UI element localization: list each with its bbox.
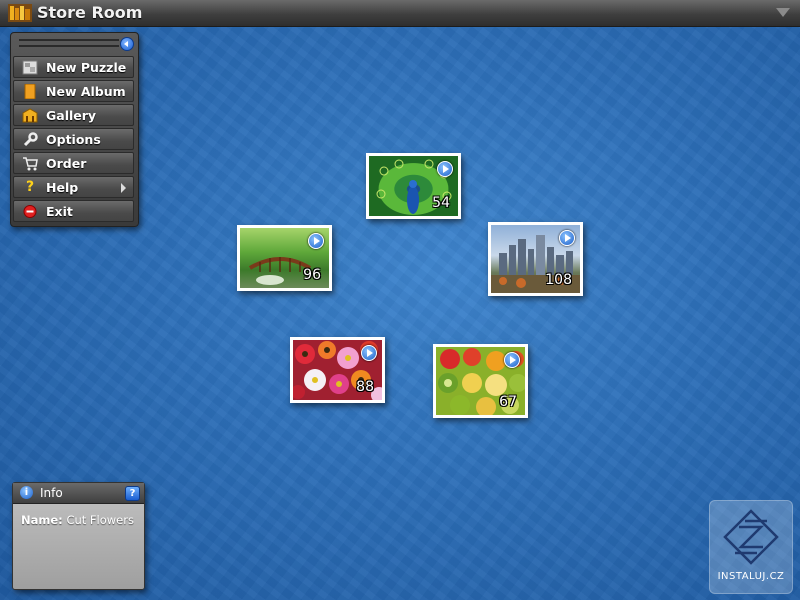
help-icon: ?: [25, 179, 35, 195]
dropdown-arrow-icon[interactable]: [776, 8, 790, 17]
piece-count: 67: [499, 394, 517, 410]
menu-item-label: Order: [46, 156, 87, 171]
wrench-icon: [22, 132, 38, 147]
play-icon[interactable]: [361, 345, 377, 361]
puzzle-thumbnail-peacock[interactable]: 54: [366, 153, 461, 219]
info-header: i Info ?: [13, 483, 144, 504]
help-button[interactable]: ? Help: [13, 176, 134, 198]
gallery-button[interactable]: Gallery: [13, 104, 134, 126]
fruit-image: 67: [436, 347, 525, 415]
info-icon: i: [20, 486, 33, 499]
menu-item-label: Gallery: [46, 108, 97, 123]
play-icon[interactable]: [559, 230, 575, 246]
gallery-icon: [22, 108, 38, 123]
watermark-logo: INSTALUJ.CZ: [709, 500, 793, 594]
exit-button[interactable]: Exit: [13, 200, 134, 222]
menu-item-label: New Album: [46, 84, 126, 99]
puzzle-thumbnail-fruit[interactable]: 67: [433, 344, 528, 418]
watermark-icon: [723, 509, 779, 565]
menu-item-label: Exit: [46, 204, 73, 219]
piece-count: 88: [356, 379, 374, 395]
submenu-arrow-icon: [121, 183, 126, 193]
play-icon[interactable]: [308, 233, 324, 249]
exit-icon: [22, 204, 38, 219]
play-icon[interactable]: [437, 161, 453, 177]
bookshelf-icon: [8, 4, 32, 22]
city-image: 108: [491, 225, 580, 293]
main-menu: New Puzzle New Album Gallery Options Ord…: [10, 32, 139, 227]
piece-count: 96: [303, 267, 321, 283]
name-label: Name:: [21, 513, 63, 527]
puzzle-icon: [22, 60, 38, 75]
album-icon: [22, 83, 38, 100]
title-bar: Store Room: [0, 0, 800, 27]
collapse-icon[interactable]: [120, 37, 134, 51]
order-button[interactable]: Order: [13, 152, 134, 174]
menu-grip-handle[interactable]: [19, 39, 119, 47]
info-panel: i Info ? Name: Cut Flowers: [12, 482, 145, 590]
new-album-button[interactable]: New Album: [13, 80, 134, 102]
piece-count: 54: [432, 195, 450, 211]
info-body: Name: Cut Flowers: [21, 513, 134, 527]
peacock-image: 54: [369, 156, 458, 216]
puzzle-thumbnail-bridge[interactable]: 96: [237, 225, 332, 291]
menu-item-label: New Puzzle: [46, 60, 127, 75]
watermark-text: INSTALUJ.CZ: [717, 571, 785, 582]
play-icon[interactable]: [504, 352, 520, 368]
flowers-image: 88: [293, 340, 382, 400]
puzzle-thumbnail-city[interactable]: 108: [488, 222, 583, 296]
cart-icon: [22, 156, 38, 171]
options-button[interactable]: Options: [13, 128, 134, 150]
bridge-image: 96: [240, 228, 329, 288]
menu-item-label: Options: [46, 132, 101, 147]
new-puzzle-button[interactable]: New Puzzle: [13, 56, 134, 78]
menu-item-label: Help: [46, 180, 79, 195]
window-title: Store Room: [37, 3, 143, 22]
puzzle-thumbnail-flowers[interactable]: 88: [290, 337, 385, 403]
name-value: Cut Flowers: [66, 513, 134, 527]
info-title: Info: [40, 486, 63, 500]
piece-count: 108: [545, 272, 572, 288]
help-icon[interactable]: ?: [125, 486, 140, 501]
